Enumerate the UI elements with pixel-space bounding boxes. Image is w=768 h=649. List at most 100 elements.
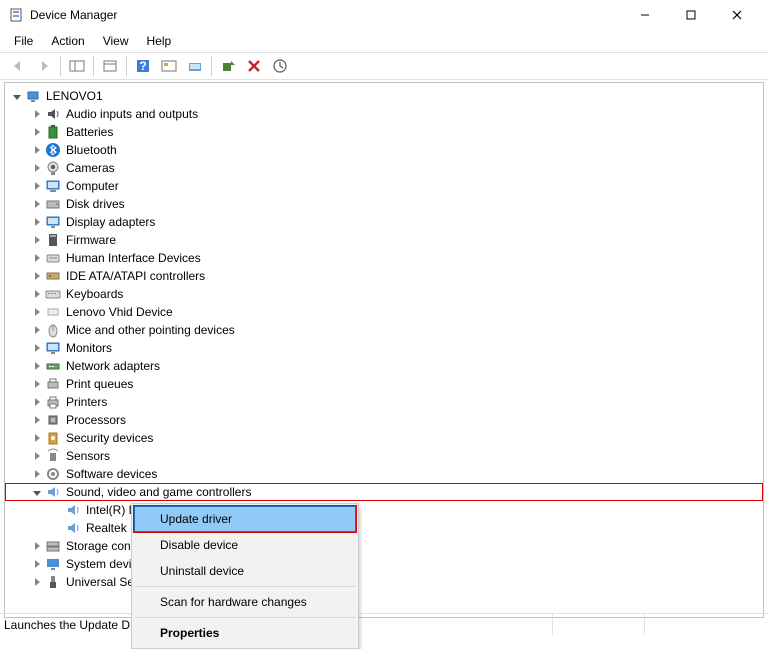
tree-item[interactable]: Bluetooth bbox=[5, 141, 763, 159]
tree-root[interactable]: LENOVO1 bbox=[5, 87, 763, 105]
expander-icon[interactable] bbox=[29, 344, 45, 352]
tree-item[interactable]: Processors bbox=[5, 411, 763, 429]
status-cell bbox=[552, 614, 644, 635]
expander-icon[interactable] bbox=[29, 290, 45, 298]
help-button[interactable]: ? bbox=[131, 54, 155, 78]
tree-item-label: Monitors bbox=[64, 339, 114, 357]
disk-icon bbox=[45, 196, 61, 212]
expander-icon[interactable] bbox=[29, 398, 45, 406]
tree-child-item[interactable]: Realtek H bbox=[5, 519, 763, 537]
context-update-driver[interactable]: Update driver bbox=[134, 506, 356, 532]
expander-icon[interactable] bbox=[29, 578, 45, 586]
update-driver-button[interactable] bbox=[183, 54, 207, 78]
uninstall-button[interactable] bbox=[242, 54, 266, 78]
tree-item[interactable]: Sensors bbox=[5, 447, 763, 465]
expander-icon[interactable] bbox=[29, 254, 45, 262]
context-disable-device[interactable]: Disable device bbox=[134, 532, 356, 558]
tree-item[interactable]: Audio inputs and outputs bbox=[5, 105, 763, 123]
tree-item-label: Batteries bbox=[64, 123, 115, 141]
printq-icon bbox=[45, 376, 61, 392]
tree-item-label: Cameras bbox=[64, 159, 117, 177]
tree-item-label: Disk drives bbox=[64, 195, 127, 213]
hid-icon bbox=[45, 250, 61, 266]
tree-child-item[interactable]: Intel(R) D bbox=[5, 501, 763, 519]
expander-icon[interactable] bbox=[29, 542, 45, 550]
expander-icon[interactable] bbox=[29, 164, 45, 172]
tree-item[interactable]: IDE ATA/ATAPI controllers bbox=[5, 267, 763, 285]
tree-item[interactable]: Display adapters bbox=[5, 213, 763, 231]
tree-item[interactable]: Keyboards bbox=[5, 285, 763, 303]
menu-help[interactable]: Help bbox=[139, 32, 180, 50]
computer-icon bbox=[45, 178, 61, 194]
expander-icon[interactable] bbox=[29, 308, 45, 316]
tree-item[interactable]: Print queues bbox=[5, 375, 763, 393]
software-icon bbox=[45, 466, 61, 482]
tree-item[interactable]: Disk drives bbox=[5, 195, 763, 213]
tree-item[interactable]: Lenovo Vhid Device bbox=[5, 303, 763, 321]
tree-item[interactable]: Batteries bbox=[5, 123, 763, 141]
expander-icon[interactable] bbox=[29, 110, 45, 118]
expander-icon[interactable] bbox=[29, 470, 45, 478]
tree-item[interactable]: Computer bbox=[5, 177, 763, 195]
expander-icon[interactable] bbox=[29, 146, 45, 154]
device-tree-panel: LENOVO1Audio inputs and outputsBatteries… bbox=[4, 82, 764, 618]
properties-button[interactable] bbox=[98, 54, 122, 78]
tree-item-label: Lenovo Vhid Device bbox=[64, 303, 175, 321]
expander-icon[interactable] bbox=[29, 128, 45, 136]
usb-icon bbox=[45, 574, 61, 590]
tree-item[interactable]: Printers bbox=[5, 393, 763, 411]
expander-icon[interactable] bbox=[29, 416, 45, 424]
mouse-icon bbox=[45, 322, 61, 338]
expander-icon[interactable] bbox=[29, 380, 45, 388]
tree-item[interactable]: Human Interface Devices bbox=[5, 249, 763, 267]
back-button[interactable] bbox=[6, 54, 30, 78]
device-tree[interactable]: LENOVO1Audio inputs and outputsBatteries… bbox=[5, 85, 763, 593]
scan-button[interactable] bbox=[157, 54, 181, 78]
expander-icon[interactable] bbox=[9, 94, 25, 99]
tree-item[interactable]: Mice and other pointing devices bbox=[5, 321, 763, 339]
tree-item[interactable]: Sound, video and game controllers bbox=[5, 483, 763, 501]
expander-icon[interactable] bbox=[29, 182, 45, 190]
expander-icon[interactable] bbox=[29, 490, 45, 495]
context-properties[interactable]: Properties bbox=[134, 620, 356, 646]
tree-item[interactable]: Network adapters bbox=[5, 357, 763, 375]
expander-icon[interactable] bbox=[29, 326, 45, 334]
tree-item[interactable]: Monitors bbox=[5, 339, 763, 357]
keyboard-icon bbox=[45, 286, 61, 302]
title-bar: Device Manager bbox=[0, 0, 768, 30]
display-icon bbox=[45, 214, 61, 230]
tree-item[interactable]: Universal Ser bbox=[5, 573, 763, 591]
context-uninstall-device[interactable]: Uninstall device bbox=[134, 558, 356, 584]
status-bar: Launches the Update Dri bbox=[0, 613, 768, 635]
expander-icon[interactable] bbox=[29, 452, 45, 460]
expander-icon[interactable] bbox=[29, 236, 45, 244]
tree-item[interactable]: Security devices bbox=[5, 429, 763, 447]
context-menu: Update driver Disable device Uninstall d… bbox=[131, 503, 359, 649]
forward-button[interactable] bbox=[32, 54, 56, 78]
enable-device-button[interactable] bbox=[216, 54, 240, 78]
expander-icon[interactable] bbox=[29, 218, 45, 226]
tree-item[interactable]: Firmware bbox=[5, 231, 763, 249]
maximize-button[interactable] bbox=[668, 0, 714, 30]
expander-icon[interactable] bbox=[29, 200, 45, 208]
close-button[interactable] bbox=[714, 0, 760, 30]
expander-icon[interactable] bbox=[29, 272, 45, 280]
context-scan-hardware[interactable]: Scan for hardware changes bbox=[134, 589, 356, 615]
expander-icon[interactable] bbox=[29, 434, 45, 442]
tree-item[interactable]: System devic bbox=[5, 555, 763, 573]
menu-file[interactable]: File bbox=[6, 32, 41, 50]
tree-item[interactable]: Software devices bbox=[5, 465, 763, 483]
expander-icon[interactable] bbox=[29, 362, 45, 370]
tree-item[interactable]: Cameras bbox=[5, 159, 763, 177]
scan-hardware-button[interactable] bbox=[268, 54, 292, 78]
expander-icon[interactable] bbox=[29, 560, 45, 568]
menu-action[interactable]: Action bbox=[43, 32, 92, 50]
menu-view[interactable]: View bbox=[95, 32, 137, 50]
tree-item-label: Processors bbox=[64, 411, 128, 429]
tree-item-label: Display adapters bbox=[64, 213, 157, 231]
show-hide-tree-button[interactable] bbox=[65, 54, 89, 78]
minimize-button[interactable] bbox=[622, 0, 668, 30]
tree-item[interactable]: Storage cont bbox=[5, 537, 763, 555]
tree-item-label: Print queues bbox=[64, 375, 135, 393]
tree-item-label: Network adapters bbox=[64, 357, 162, 375]
